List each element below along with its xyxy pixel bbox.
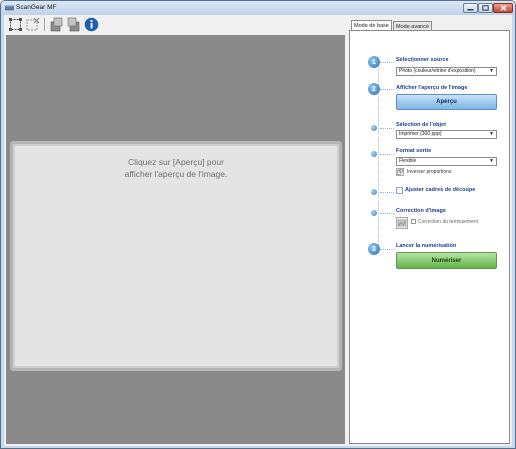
rotate-right-icon xyxy=(67,17,80,32)
scangear-window: ScanGear MF Cliquez sur [Aperçu] pour af… xyxy=(0,0,516,449)
crop-icon xyxy=(9,18,22,31)
preview-placeholder-text: Cliquez sur [Aperçu] pour afficher l'ape… xyxy=(124,157,228,179)
step-1-badge: 1 xyxy=(368,56,380,68)
toolbar-separator xyxy=(44,18,45,31)
rotate-left-icon xyxy=(50,17,63,32)
preview-button[interactable]: Aperçu xyxy=(396,94,497,110)
minimize-button[interactable] xyxy=(463,3,478,13)
swap-orientation-icon xyxy=(397,169,403,175)
info-icon xyxy=(84,17,99,32)
source-select-value: Photo (couleur/vitrine d'exposition) xyxy=(399,68,476,74)
step-1-leader xyxy=(380,62,394,63)
scanner-app-icon xyxy=(5,5,14,11)
crop-step-dot xyxy=(371,189,377,195)
object-leader xyxy=(380,128,394,129)
correction-leader xyxy=(380,213,394,214)
object-step-dot xyxy=(371,125,377,131)
client-area: Cliquez sur [Aperçu] pour afficher l'ape… xyxy=(4,15,512,446)
invert-ratio-label: Inverser proportions xyxy=(407,169,452,175)
fade-correction-label: Correction du ternissement xyxy=(418,219,479,225)
invert-ratio-button[interactable] xyxy=(396,168,404,176)
output-leader xyxy=(380,154,394,155)
maximize-icon xyxy=(482,5,489,11)
maximize-button[interactable] xyxy=(478,3,493,13)
image-correction-label: Correction d'image xyxy=(396,208,446,214)
title-bar[interactable]: ScanGear MF xyxy=(1,1,515,15)
crop-leader xyxy=(380,192,394,193)
settings-panel: 1 Sélectionner source Photo (couleur/vit… xyxy=(349,30,510,444)
info-button[interactable] xyxy=(84,17,99,32)
output-size-select[interactable]: Flexible ▼ xyxy=(396,157,497,166)
step-3-leader xyxy=(380,249,394,250)
select-source-label: Sélectionner source xyxy=(396,57,449,63)
close-button[interactable] xyxy=(493,3,513,13)
toolbar xyxy=(4,15,344,35)
rotate-left-button[interactable] xyxy=(49,17,64,32)
chevron-down-icon: ▼ xyxy=(489,158,494,164)
output-size-label: Format sortie xyxy=(396,148,432,154)
object-select-value: Imprimer (300 ppp) xyxy=(399,131,442,137)
step-3-badge: 3 xyxy=(368,243,380,255)
clear-crop-icon xyxy=(26,17,40,31)
chevron-down-icon: ▼ xyxy=(489,131,494,137)
step-2-leader xyxy=(380,89,394,90)
preview-frame: Cliquez sur [Aperçu] pour afficher l'ape… xyxy=(10,141,342,371)
scan-button[interactable]: Numériser xyxy=(396,252,497,269)
rotate-right-button[interactable] xyxy=(66,17,81,32)
object-select[interactable]: Imprimer (300 ppp) ▼ xyxy=(396,130,497,139)
crop-frame-icon xyxy=(396,187,403,194)
close-icon xyxy=(500,5,506,11)
source-select[interactable]: Photo (couleur/vitrine d'exposition) ▼ xyxy=(396,67,497,76)
minimize-icon xyxy=(467,8,474,10)
crop-button[interactable] xyxy=(8,17,23,32)
preview-area[interactable]: Cliquez sur [Aperçu] pour afficher l'ape… xyxy=(6,35,345,444)
chevron-down-icon: ▼ xyxy=(489,68,494,74)
correction-step-dot xyxy=(371,210,377,216)
start-scan-label: Lancer la numérisation xyxy=(396,243,457,249)
clear-crop-button[interactable] xyxy=(25,17,40,32)
photo-icon xyxy=(397,219,407,227)
object-selection-label: Sélection de l'objet xyxy=(396,122,446,128)
fade-correction-checkbox[interactable] xyxy=(411,219,416,224)
preview-canvas[interactable]: Cliquez sur [Aperçu] pour afficher l'ape… xyxy=(15,146,337,366)
crop-frames-link[interactable]: Ajuster cadres de découpe xyxy=(405,187,475,193)
step-2-badge: 2 xyxy=(368,83,380,95)
window-title: ScanGear MF xyxy=(16,4,57,11)
output-size-select-value: Flexible xyxy=(399,158,417,164)
fade-correction-thumbnail xyxy=(396,217,408,229)
preview-section-label: Afficher l'aperçu de l'image xyxy=(396,85,468,91)
output-step-dot xyxy=(371,151,377,157)
